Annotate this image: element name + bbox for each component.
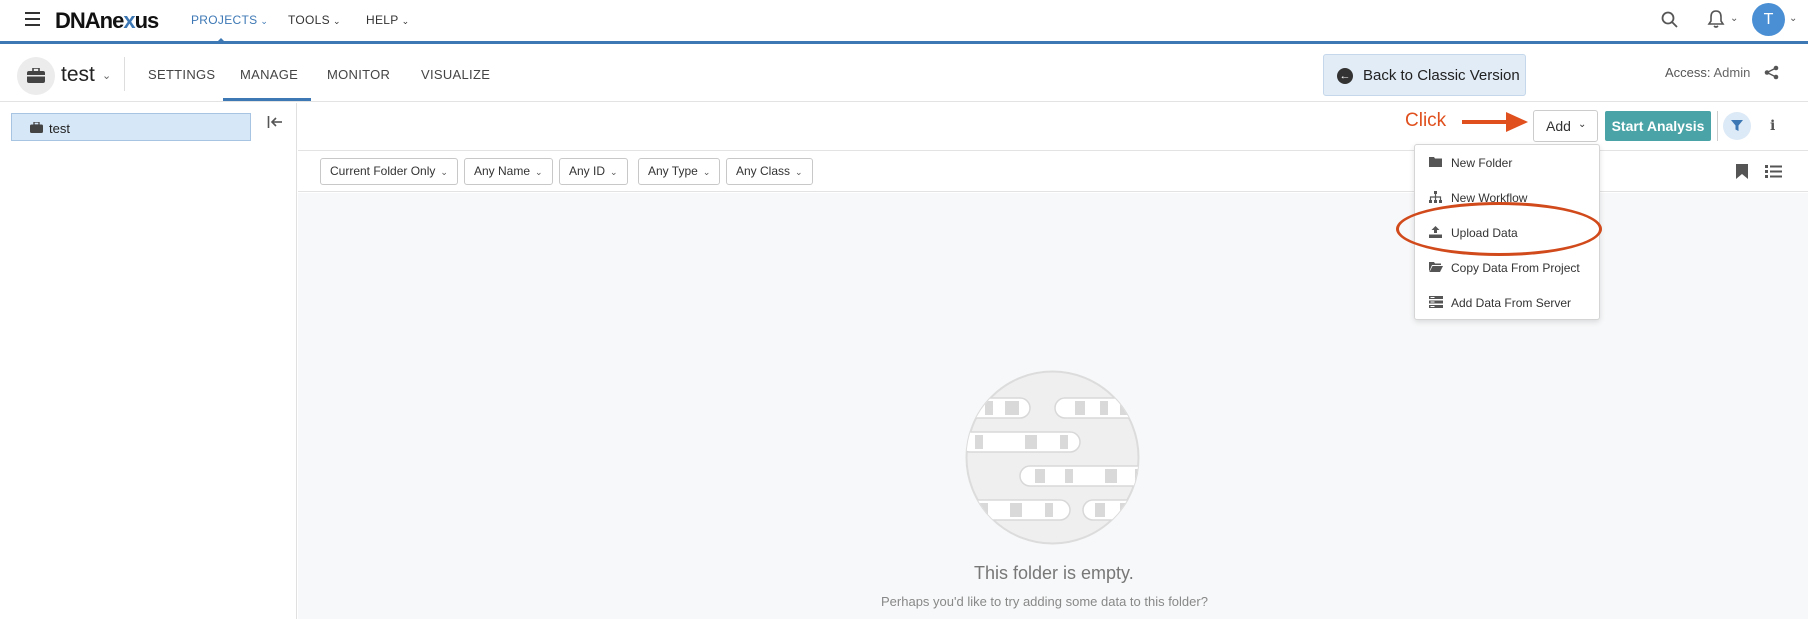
tab-manage[interactable]: MANAGE — [240, 67, 298, 82]
nav-tools[interactable]: TOOLS ⌄ — [288, 13, 341, 27]
share-icon[interactable] — [1764, 65, 1779, 80]
tab-settings[interactable]: SETTINGS — [148, 67, 215, 82]
empty-folder-illustration — [965, 370, 1140, 545]
chevron-down-icon: ⌄ — [332, 16, 341, 26]
filter-toggle-button[interactable] — [1723, 112, 1751, 140]
user-avatar[interactable]: T — [1752, 3, 1785, 36]
chevron-down-icon: ⌄ — [260, 16, 269, 26]
click-annotation-text: Click — [1405, 110, 1447, 131]
menu-item-copy-data-from-project[interactable]: Copy Data From Project — [1415, 252, 1599, 282]
nav-projects[interactable]: PROJECTS ⌄ — [191, 13, 268, 27]
chevron-down-icon: ⌄ — [1578, 119, 1587, 130]
menu-item-upload-data[interactable]: Upload Data — [1415, 217, 1599, 247]
chevron-down-icon: ⌄ — [401, 16, 410, 26]
nav-help[interactable]: HELP ⌄ — [366, 13, 409, 27]
folder-open-icon — [1429, 262, 1443, 272]
collapse-sidebar-icon[interactable] — [267, 115, 283, 129]
start-analysis-button[interactable]: Start Analysis — [1605, 111, 1711, 141]
menu-item-new-folder[interactable]: New Folder — [1415, 147, 1599, 177]
back-to-classic-button[interactable]: ← Back to Classic Version — [1323, 54, 1526, 96]
chevron-down-icon[interactable]: ⌄ — [102, 69, 111, 82]
folder-tree-sidebar: test — [0, 103, 297, 619]
bookmark-icon[interactable] — [1736, 164, 1748, 179]
divider — [1717, 111, 1718, 141]
filter-class[interactable]: Any Class ⌄ — [726, 158, 813, 185]
folder-icon — [1429, 157, 1442, 167]
filter-current-folder[interactable]: Current Folder Only ⌄ — [320, 158, 458, 185]
filter-icon — [1731, 120, 1743, 131]
tab-visualize[interactable]: VISUALIZE — [421, 67, 490, 82]
empty-state-subtitle: Perhaps you'd like to try adding some da… — [881, 594, 1208, 609]
chevron-down-icon: ⌄ — [795, 167, 803, 177]
filter-id[interactable]: Any ID ⌄ — [559, 158, 628, 185]
add-dropdown-menu: New Folder New Workflow Upload Data Copy… — [1414, 144, 1600, 320]
filter-type[interactable]: Any Type ⌄ — [638, 158, 721, 185]
chevron-down-icon: ⌄ — [702, 167, 711, 177]
chevron-down-icon[interactable]: ⌄ — [1789, 13, 1797, 24]
arrow-left-circle-icon: ← — [1337, 68, 1353, 84]
list-view-icon[interactable] — [1765, 165, 1782, 178]
chevron-down-icon: ⌄ — [535, 167, 543, 177]
project-name[interactable]: test — [61, 63, 95, 87]
dnanexus-logo[interactable]: DNAnexus — [55, 8, 159, 34]
chevron-down-icon: ⌄ — [440, 167, 448, 177]
add-dropdown-button[interactable]: Add ⌄ — [1533, 110, 1598, 142]
divider — [124, 57, 125, 91]
upload-icon — [1429, 226, 1442, 238]
empty-state-title: This folder is empty. — [974, 563, 1134, 583]
active-tab-indicator — [223, 98, 311, 101]
chevron-down-icon: ⌄ — [610, 167, 618, 177]
annotation-arrow-icon — [1462, 112, 1528, 132]
search-icon[interactable] — [1661, 11, 1678, 28]
server-icon — [1429, 296, 1443, 308]
project-header: test ⌄ SETTINGS MANAGE MONITOR VISUALIZE… — [0, 47, 1808, 102]
notification-bell-icon[interactable] — [1706, 9, 1726, 29]
filter-name[interactable]: Any Name ⌄ — [464, 158, 553, 185]
active-nav-caret — [216, 38, 226, 43]
access-level: Access: Admin — [1665, 65, 1751, 80]
chevron-down-icon[interactable]: ⌄ — [1730, 13, 1738, 24]
workflow-icon — [1429, 191, 1442, 203]
folder-tree-root[interactable]: test — [11, 113, 251, 141]
menu-item-add-data-from-server[interactable]: Add Data From Server — [1415, 287, 1599, 317]
menu-item-new-workflow[interactable]: New Workflow — [1415, 182, 1599, 212]
hamburger-menu-icon[interactable] — [25, 12, 40, 27]
tab-monitor[interactable]: MONITOR — [327, 67, 390, 82]
info-icon[interactable]: i — [1770, 118, 1775, 134]
briefcase-icon — [30, 122, 43, 133]
top-navigation-bar: DNAnexus PROJECTS ⌄ TOOLS ⌄ HELP ⌄ ⌄ T ⌄ — [0, 0, 1808, 44]
project-briefcase-icon — [17, 57, 55, 95]
